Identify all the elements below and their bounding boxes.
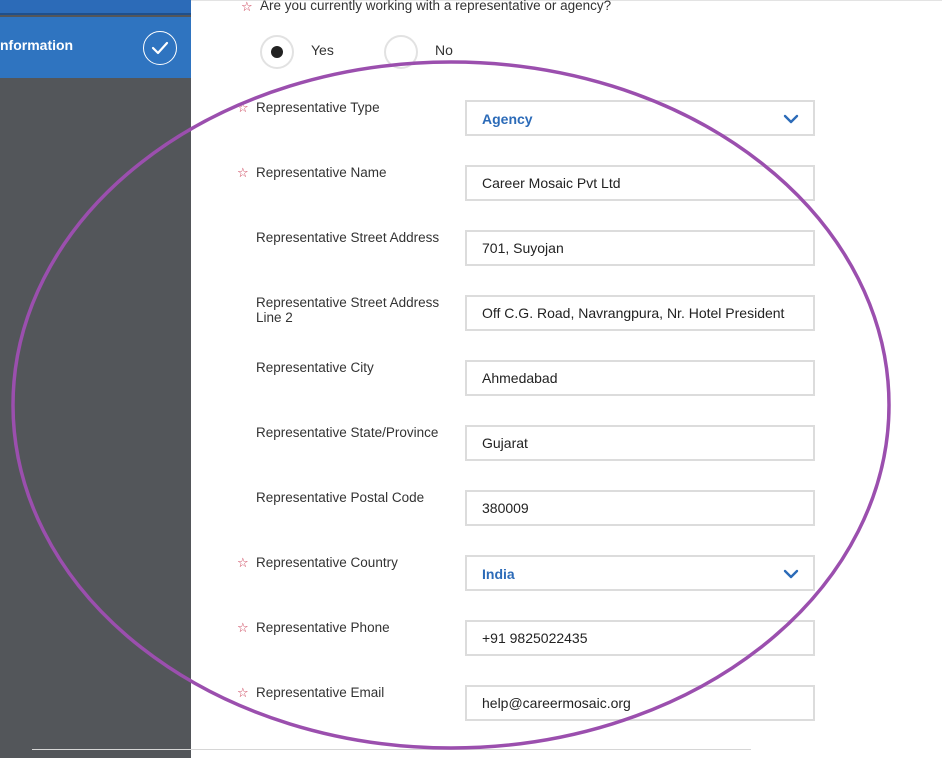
radio-selected-dot [271, 46, 283, 58]
sidebar-item-information[interactable]: nformation [0, 17, 191, 78]
rep-street2-label: Representative Street Address Line 2 [256, 295, 440, 325]
required-marker: ☆ [237, 555, 249, 570]
required-marker: ☆ [237, 620, 249, 635]
rep-name-input[interactable] [465, 165, 815, 201]
rep-postal-input[interactable] [465, 490, 815, 526]
required-marker: ☆ [237, 100, 249, 115]
radio-yes[interactable] [260, 35, 294, 69]
radio-no[interactable] [384, 35, 418, 69]
required-marker: ☆ [237, 685, 249, 700]
bottom-divider [32, 749, 751, 750]
rep-country-label: Representative Country [256, 555, 398, 570]
chevron-down-icon [783, 569, 799, 579]
chevron-down-icon [783, 114, 799, 124]
rep-type-value: Agency [482, 111, 533, 127]
sidebar-item-label: nformation [0, 37, 74, 53]
rep-phone-input[interactable] [465, 620, 815, 656]
rep-country-value: India [482, 566, 515, 582]
representative-question: Are you currently working with a represe… [260, 0, 612, 13]
rep-country-select[interactable]: India [465, 555, 815, 591]
sidebar: nformation [0, 0, 191, 758]
rep-street2-input[interactable] [465, 295, 815, 331]
rep-type-label: Representative Type [256, 100, 380, 115]
rep-phone-label: Representative Phone [256, 620, 390, 635]
rep-state-label: Representative State/Province [256, 425, 439, 440]
rep-name-label: Representative Name [256, 165, 387, 180]
rep-city-label: Representative City [256, 360, 374, 375]
rep-street-label: Representative Street Address [256, 230, 440, 245]
rep-city-input[interactable] [465, 360, 815, 396]
radio-yes-label: Yes [311, 42, 334, 58]
sidebar-prev-item[interactable] [0, 0, 191, 15]
rep-type-select[interactable]: Agency [465, 100, 815, 136]
form-content: ☆ Are you currently working with a repre… [191, 0, 942, 758]
check-icon [143, 31, 177, 65]
rep-postal-label: Representative Postal Code [256, 490, 425, 505]
rep-email-input[interactable] [465, 685, 815, 721]
radio-no-label: No [435, 42, 453, 58]
rep-street-input[interactable] [465, 230, 815, 266]
required-marker: ☆ [237, 165, 249, 180]
rep-email-label: Representative Email [256, 685, 385, 700]
rep-state-input[interactable] [465, 425, 815, 461]
required-marker: ☆ [241, 0, 253, 14]
